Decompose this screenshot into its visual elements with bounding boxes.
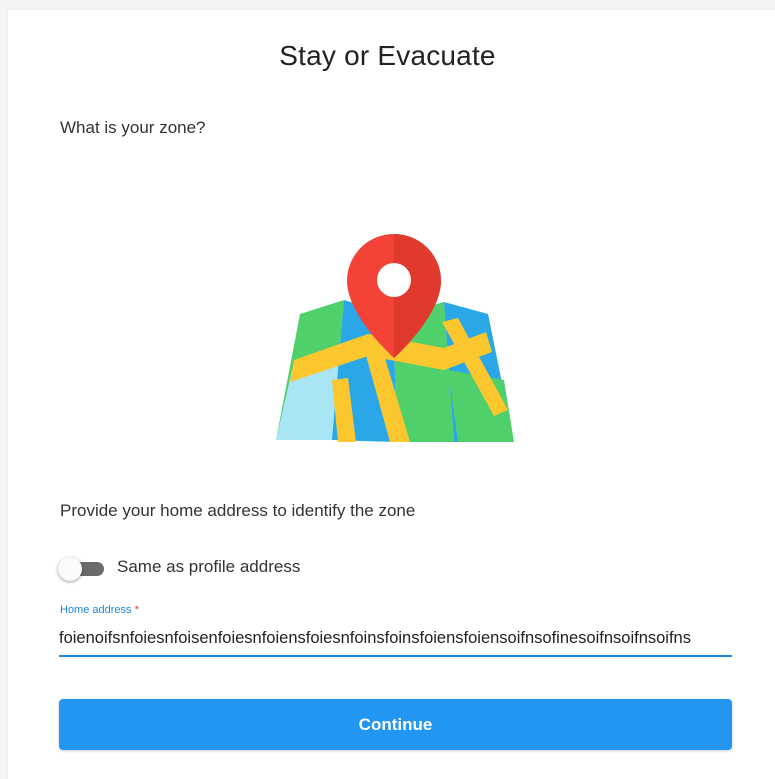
page-title: Stay or Evacuate [279,40,496,71]
home-address-field: Home address * [59,601,732,657]
same-as-profile-toggle[interactable] [58,557,106,581]
zone-question: What is your zone? [60,118,206,137]
home-address-input[interactable] [59,623,732,653]
page: Stay or Evacuate What is your zone? Prov… [0,0,775,779]
address-instruction: Provide your home address to identify th… [60,501,416,520]
map-pin-on-map-icon [276,234,514,442]
toggle-thumb [58,557,82,581]
required-marker: * [134,604,139,616]
continue-button[interactable]: Continue [59,699,732,750]
home-address-underline [59,655,732,657]
location-pin-hole [377,263,411,297]
same-as-profile-label: Same as profile address [117,557,301,576]
home-address-label: Home address * [60,604,139,616]
home-address-label-text: Home address [60,604,132,616]
